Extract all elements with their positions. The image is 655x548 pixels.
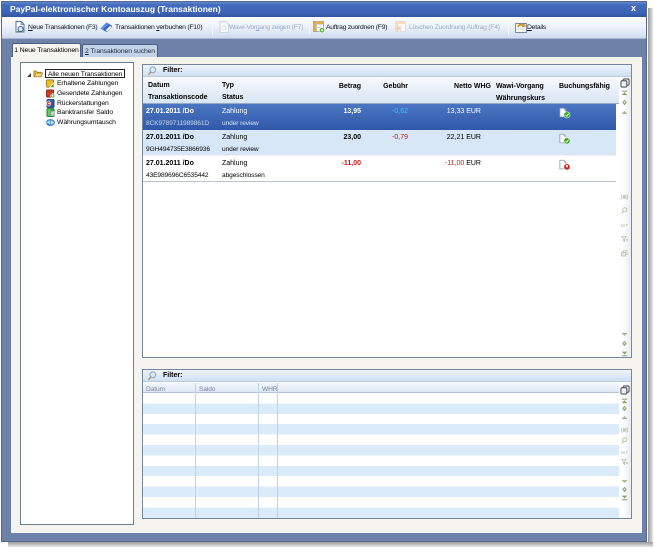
svg-text:M: M [621, 450, 625, 455]
svg-text:M: M [621, 223, 625, 228]
